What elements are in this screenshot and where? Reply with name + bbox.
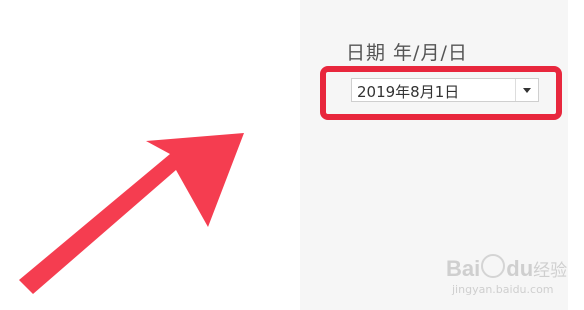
watermark-brand-part1: Bai (446, 256, 481, 281)
watermark-brand-cn: 经验 (533, 261, 568, 281)
watermark-logo: Bai du经验 (446, 254, 567, 282)
watermark-brand-part2: du (506, 256, 534, 281)
arrow-shape (19, 133, 244, 294)
paw-icon (481, 254, 506, 278)
watermark-url: jingyan.baidu.com (452, 283, 554, 296)
